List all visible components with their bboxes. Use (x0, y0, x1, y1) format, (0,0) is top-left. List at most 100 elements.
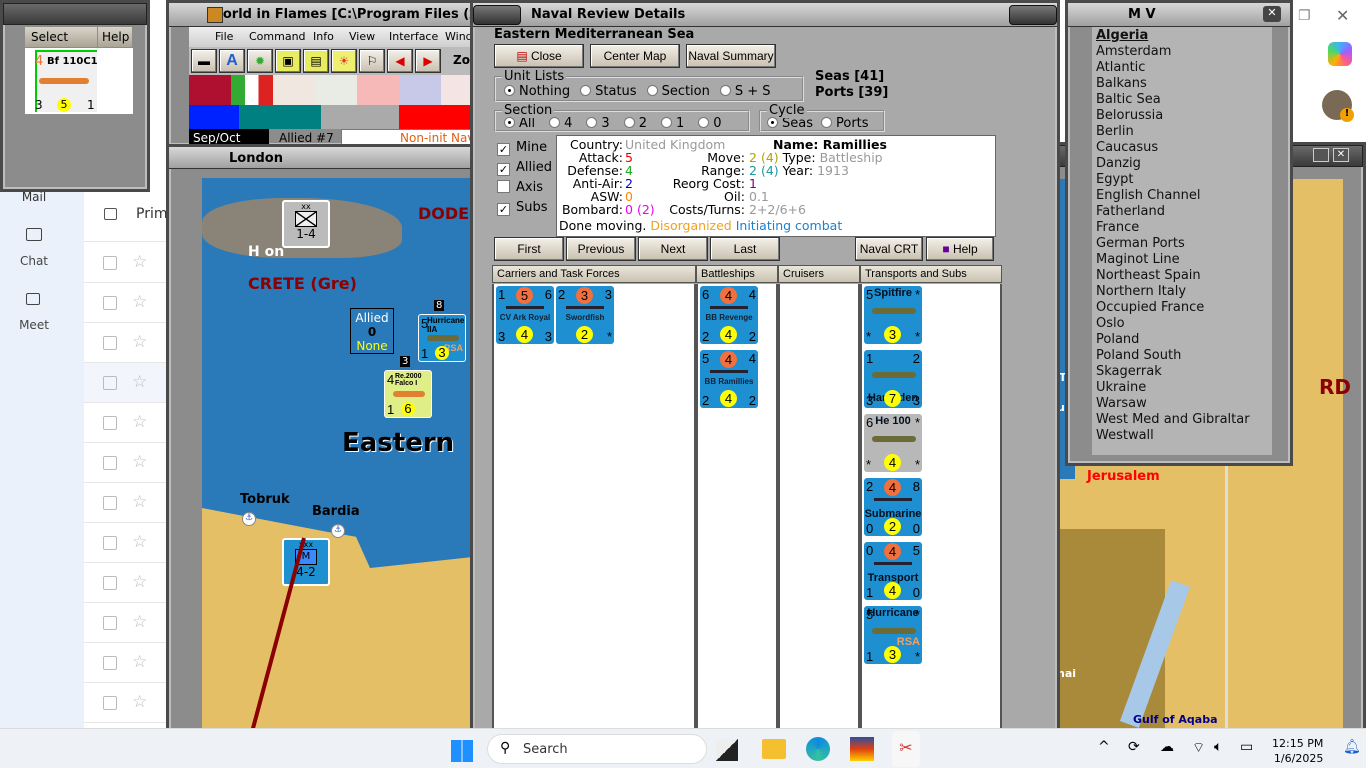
last-button[interactable]: Last (710, 237, 780, 261)
unit-counter[interactable]: Swordfish 2 3 3 2 * (556, 286, 614, 344)
mv-list-item[interactable]: Northern Italy (1096, 284, 1268, 300)
mv-list[interactable]: Algeria Amsterdam Atlantic Balkans Baltic Se… (1092, 27, 1272, 455)
flag-germany[interactable] (189, 75, 231, 105)
unit-re2000[interactable]: 4 Re.2000 Falco I 1 6 (384, 370, 432, 418)
mv-list-item[interactable]: Atlantic (1096, 60, 1268, 76)
onedrive-icon[interactable]: ☁ (1160, 739, 1174, 755)
star-icon[interactable]: ☆ (132, 292, 147, 312)
font-icon[interactable]: A (219, 49, 245, 73)
menu-interface[interactable]: Interface (389, 30, 438, 43)
counter-icon[interactable]: ▣ (275, 49, 301, 73)
col-carriers[interactable]: Carriers and Task Forces (492, 265, 696, 283)
file-explorer-icon[interactable] (762, 739, 786, 759)
mv-list-item[interactable]: Caucasus (1096, 140, 1268, 156)
email-row[interactable]: ☆ (84, 523, 168, 563)
radio-0[interactable]: 0 (698, 116, 722, 131)
mv-list-item[interactable]: Belorussia (1096, 108, 1268, 124)
mv-list-item[interactable]: Egypt (1096, 172, 1268, 188)
chevron-up-icon[interactable]: ^ (1098, 739, 1110, 755)
mv-list-item[interactable]: Westwall (1096, 428, 1268, 444)
flag-icon[interactable]: ⚐ (359, 49, 385, 73)
unit-mechanized[interactable]: xxx M 4-2 (282, 538, 330, 586)
train-icon[interactable]: ▬ (191, 49, 217, 73)
email-row[interactable]: ☆ (84, 323, 168, 363)
checkbox[interactable] (103, 496, 117, 510)
help-menu[interactable]: Help (98, 27, 132, 47)
email-row[interactable]: ☆ (84, 403, 168, 443)
unit-counter[interactable]: Hurricane 5 * 1 3 * RSA (864, 606, 922, 664)
star-icon[interactable]: ☆ (132, 532, 147, 552)
mv-list-item[interactable]: France (1096, 220, 1268, 236)
previous-button[interactable]: Previous (566, 237, 636, 261)
checkbox[interactable] (103, 616, 117, 630)
mv-list-item[interactable]: Danzig (1096, 156, 1268, 172)
checkbox[interactable] (103, 696, 117, 710)
email-row[interactable]: ☆ (84, 363, 168, 403)
radio-all[interactable]: All (504, 116, 535, 131)
mv-list-item[interactable]: Occupied France (1096, 300, 1268, 316)
search-box[interactable]: ⚲ Search (487, 734, 707, 764)
unit-infantry[interactable]: xx 1-4 (282, 200, 330, 248)
menu-info[interactable]: Info (313, 30, 334, 43)
radio-3[interactable]: 3 (586, 116, 610, 131)
battery-icon[interactable]: ▭ (1240, 739, 1253, 755)
next-button[interactable]: Next (638, 237, 708, 261)
star-icon[interactable]: ☆ (132, 692, 147, 712)
col-battleships[interactable]: Battleships (696, 265, 778, 283)
flag-china[interactable] (315, 75, 357, 105)
unit-counter[interactable]: BB Revenge 6 4 4 2 4 2 (700, 286, 758, 344)
star-icon[interactable]: ☆ (132, 572, 147, 592)
unit-counter[interactable]: Submarine 2 4 8 0 2 0 (864, 478, 922, 536)
radio-1[interactable]: 1 (660, 116, 684, 131)
close-icon[interactable]: ✕ (1336, 6, 1349, 25)
mv-list-item[interactable]: English Channel (1096, 188, 1268, 204)
mv-list-item[interactable]: Poland (1096, 332, 1268, 348)
radio-s-s[interactable]: S + S (719, 84, 771, 99)
task-view-icon[interactable] (716, 739, 738, 761)
unit-counter[interactable]: BB Ramillies 5 4 4 2 4 2 (700, 350, 758, 408)
menu-window[interactable]: Wind (445, 30, 473, 43)
mv-list-item[interactable]: West Med and Gibraltar (1096, 412, 1268, 428)
checkbox[interactable] (103, 656, 117, 670)
star-icon[interactable]: ☆ (132, 332, 147, 352)
email-row[interactable]: ☆ (84, 443, 168, 483)
mv-list-item[interactable]: Amsterdam (1096, 44, 1268, 60)
flag-japan[interactable] (273, 75, 315, 105)
email-row[interactable]: ☆ (84, 643, 168, 683)
unit-counter[interactable]: Transport 0 4 5 1 4 0 (864, 542, 922, 600)
star-icon[interactable]: ☆ (132, 492, 147, 512)
unit-counter[interactable]: CV Ark Royal 1 5 6 3 4 3 (496, 286, 554, 344)
flag-nationalist-china[interactable] (357, 75, 399, 105)
checkbox[interactable] (103, 376, 117, 390)
star-icon[interactable]: ☆ (132, 252, 147, 272)
sync-icon[interactable]: ⟳ (1128, 739, 1140, 755)
select-titlebar[interactable] (3, 3, 147, 25)
close-icon[interactable]: ✕ (1333, 148, 1349, 162)
radio-nothing[interactable]: Nothing (504, 84, 570, 99)
checkbox[interactable] (103, 536, 117, 550)
email-row[interactable]: ☆ (84, 283, 168, 323)
menu-file[interactable]: File (215, 30, 233, 43)
star-icon[interactable]: ☆ (132, 452, 147, 472)
first-button[interactable]: First (494, 237, 564, 261)
arrow-right-icon[interactable]: ▶ (415, 49, 441, 73)
nav-meet[interactable]: Meet (0, 318, 68, 332)
filter-allied[interactable]: ✓ Allied (497, 158, 557, 178)
star-icon[interactable]: ☆ (132, 612, 147, 632)
filter-axis[interactable]: Axis (497, 178, 557, 198)
mv-list-item[interactable]: Warsaw (1096, 396, 1268, 412)
naval-crt-button[interactable]: Naval CRT (855, 237, 923, 261)
star-icon[interactable]: ☆ (132, 652, 147, 672)
select-menu[interactable]: Select (25, 27, 97, 47)
unit-counter[interactable]: Spitfire 5 * * 3 * (864, 286, 922, 344)
close-button[interactable]: ▤ Close (494, 44, 584, 68)
flag-uk[interactable] (399, 75, 441, 105)
radio-2[interactable]: 2 (623, 116, 647, 131)
radio-4[interactable]: 4 (549, 116, 572, 131)
email-row[interactable]: ☆ (84, 483, 168, 523)
col-transports[interactable]: Transports and Subs (860, 265, 1002, 283)
map-view[interactable]: H on DODE CRETE (Gre) xx 1-4 Allied 0 No… (202, 178, 475, 731)
arrow-left-icon[interactable]: ◀ (387, 49, 413, 73)
center-map-button[interactable]: Center Map (590, 44, 680, 68)
edge-icon[interactable] (806, 737, 830, 761)
